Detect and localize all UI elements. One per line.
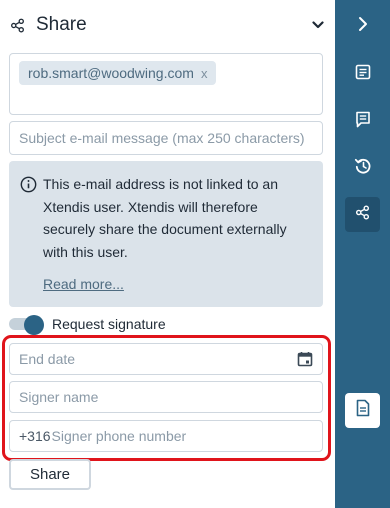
read-more-link[interactable]: Read more...	[43, 276, 124, 292]
recipient-chip: rob.smart@woodwing.com x	[19, 61, 217, 85]
comment-icon	[355, 111, 371, 133]
calendar-icon[interactable]	[296, 351, 313, 368]
document-button[interactable]	[345, 393, 380, 428]
document-details-button[interactable]	[345, 57, 380, 92]
history-icon	[354, 157, 372, 180]
chevron-right-icon	[358, 16, 368, 37]
request-signature-toggle[interactable]	[9, 315, 45, 335]
subject-input[interactable]	[9, 121, 323, 155]
end-date-field[interactable]	[9, 343, 323, 375]
share-header[interactable]: Share	[10, 10, 325, 40]
request-signature-row: Request signature	[9, 313, 166, 335]
recipient-email: rob.smart@woodwing.com	[28, 65, 194, 81]
recipients-field[interactable]: rob.smart@woodwing.com x	[9, 53, 323, 115]
document-icon	[356, 399, 370, 422]
signer-name-input[interactable]	[19, 389, 313, 405]
remove-recipient-button[interactable]: x	[201, 66, 208, 81]
info-icon	[20, 176, 37, 193]
expand-sidebar-button[interactable]	[345, 9, 380, 44]
page-title: Share	[36, 14, 87, 35]
signer-phone-field[interactable]: +316	[9, 420, 323, 452]
share-button[interactable]: Share	[9, 459, 91, 490]
toggle-knob	[24, 315, 44, 335]
request-signature-label: Request signature	[52, 316, 166, 332]
share-panel: Share rob.smart@woodwing.com x This e-ma…	[0, 0, 335, 508]
end-date-input[interactable]	[19, 351, 296, 367]
share-tab-button[interactable]	[345, 197, 380, 232]
notice-text: This e-mail address is not linked to an …	[43, 176, 287, 260]
signer-name-field[interactable]	[9, 381, 323, 413]
phone-prefix: +316	[19, 428, 51, 444]
share-icon	[355, 205, 370, 225]
history-button[interactable]	[345, 151, 380, 186]
comments-button[interactable]	[345, 104, 380, 139]
chevron-down-icon[interactable]	[311, 18, 325, 32]
right-sidebar	[335, 0, 390, 508]
external-share-notice: This e-mail address is not linked to an …	[9, 161, 323, 307]
document-details-icon	[355, 64, 371, 85]
signer-phone-input[interactable]	[51, 428, 313, 444]
share-icon	[10, 17, 26, 33]
